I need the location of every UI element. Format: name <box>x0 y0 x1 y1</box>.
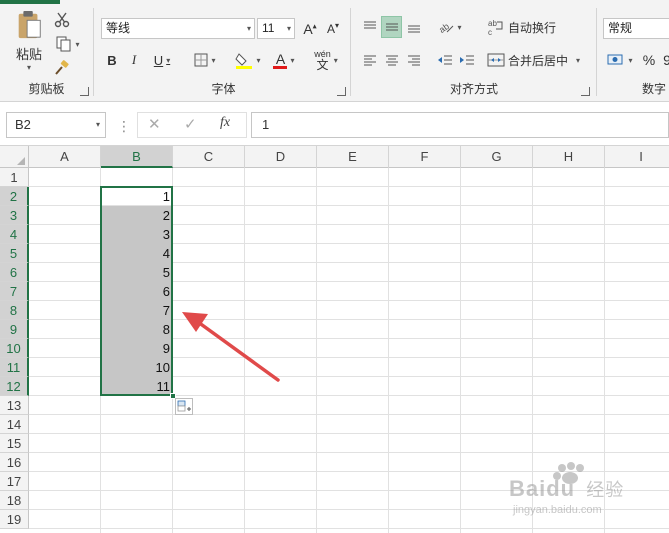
annotation-arrow <box>182 312 280 382</box>
watermark-brand-text: Baidu <box>509 476 576 501</box>
annotation-arrow-head <box>182 312 208 332</box>
baidu-watermark: Baidu 经验 jingyan.baidu.com <box>505 462 640 526</box>
watermark-url: jingyan.baidu.com <box>513 504 602 516</box>
annotation-arrow-shaft <box>196 320 280 382</box>
watermark-subtitle: 经验 <box>586 480 625 500</box>
watermark-brand: Baidu 经验 <box>509 476 624 502</box>
